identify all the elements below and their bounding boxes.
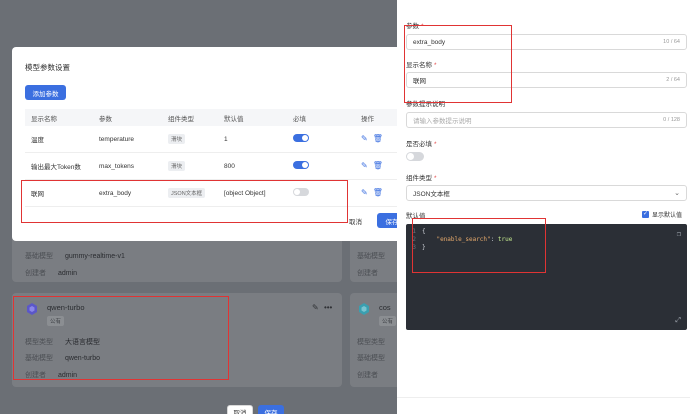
qwen-card-title: qwen-turbo bbox=[47, 303, 85, 312]
card-right-base-model: 基础模型 bbox=[357, 253, 385, 260]
edit-icon[interactable]: ✎ bbox=[361, 162, 368, 170]
params-table: 显示名称 参数 组件类型 默认值 必填 操作 温度 temperature 滑块… bbox=[25, 109, 407, 207]
cosy-creator-row: 创建者 bbox=[357, 372, 378, 379]
cosy-card-badge: 公有 bbox=[379, 316, 397, 326]
row-display-name: 温度 bbox=[31, 137, 44, 144]
drawer-footer bbox=[397, 397, 690, 414]
delete-icon[interactable]: 🗑 bbox=[373, 135, 383, 143]
display-name-value: 联网 bbox=[413, 78, 426, 85]
modal-title: 模型参数设置 bbox=[25, 63, 70, 72]
card-right-creator: 创建者 bbox=[357, 270, 378, 277]
cosy-base-model-row: 基础模型 bbox=[357, 355, 385, 362]
delete-icon[interactable]: 🗑 bbox=[373, 162, 383, 170]
hint-placeholder: 请输入参数提示说明 bbox=[413, 118, 472, 125]
row-param: extra_body bbox=[99, 189, 132, 197]
qwen-creator-row: 创建者 admin bbox=[25, 372, 78, 379]
param-value: extra_body bbox=[413, 38, 446, 46]
qwen-logo-icon bbox=[25, 302, 39, 316]
code-line-open: { bbox=[422, 228, 426, 235]
component-type-select[interactable]: JSON文本框 ⌄ bbox=[406, 185, 687, 201]
cosy-type-row: 模型类型 bbox=[357, 339, 385, 346]
required-toggle[interactable] bbox=[293, 161, 309, 169]
copy-icon[interactable]: ❐ bbox=[677, 230, 681, 238]
row-param: temperature bbox=[99, 135, 135, 143]
show-default-checkbox[interactable]: ✓ 显示默认值 bbox=[642, 210, 682, 219]
param-edit-drawer: 参数 * extra_body 10 / 64 显示名称 * 联网 2 / 64 参… bbox=[397, 0, 690, 414]
line-numbers: 123 bbox=[412, 228, 416, 251]
table-row: 温度 temperature 滑块 1 ✎ 🗑 bbox=[25, 126, 407, 153]
row-default: 1 bbox=[224, 135, 228, 143]
card-creator-row: 创建者 admin bbox=[25, 270, 78, 277]
default-value-label: 默认值 bbox=[406, 213, 426, 220]
more-icon[interactable]: ••• bbox=[324, 303, 332, 312]
component-type-label: 组件类型 * bbox=[406, 175, 437, 182]
code-value: true bbox=[497, 236, 513, 243]
qwen-type-row: 模型类型 大语言模型 bbox=[25, 339, 100, 346]
required-label: 是否必填 * bbox=[406, 141, 437, 148]
card-base-model-row: 基础模型 gummy-realtime-v1 bbox=[25, 253, 125, 260]
required-toggle[interactable] bbox=[293, 134, 309, 142]
table-header: 显示名称 参数 组件类型 默认值 必填 操作 bbox=[25, 109, 407, 126]
json-editor[interactable]: 123 { "enable_search": true } ❐ ⤢ bbox=[406, 224, 687, 330]
qwen-base-model-row: 基础模型 qwen-turbo bbox=[25, 355, 100, 362]
fullscreen-icon[interactable]: ⤢ bbox=[675, 316, 681, 325]
table-row: 输出最大Token数 max_tokens 滑块 800 ✎ 🗑 bbox=[25, 153, 407, 180]
code-key: "enable_search" bbox=[436, 236, 491, 243]
display-name-char-count: 2 / 64 bbox=[666, 77, 680, 83]
row-param: max_tokens bbox=[99, 162, 135, 170]
component-tag: 滑块 bbox=[168, 161, 186, 171]
required-switch[interactable] bbox=[406, 152, 424, 161]
param-char-count: 10 / 64 bbox=[663, 39, 680, 45]
row-display-name: 输出最大Token数 bbox=[31, 164, 81, 171]
display-name-input[interactable]: 联网 2 / 64 bbox=[406, 72, 687, 88]
modal-cancel-button[interactable]: 取消 bbox=[349, 216, 362, 226]
checkbox-checked-icon: ✓ bbox=[642, 211, 649, 218]
cosy-logo-icon bbox=[357, 302, 371, 316]
row-default: [object Object] bbox=[224, 189, 266, 197]
qwen-card-actions: ✎ ••• bbox=[312, 303, 332, 312]
qwen-card-badge: 公有 bbox=[47, 316, 65, 326]
col-default: 默认值 bbox=[224, 115, 244, 123]
row-default: 800 bbox=[224, 162, 235, 170]
code-line-close: } bbox=[422, 244, 426, 251]
component-tag: 滑块 bbox=[168, 134, 186, 144]
hint-char-count: 0 / 128 bbox=[663, 117, 680, 123]
col-param: 参数 bbox=[99, 115, 112, 123]
drawer-cancel-button[interactable]: 取消 bbox=[227, 405, 253, 414]
chevron-down-icon: ⌄ bbox=[674, 190, 680, 197]
hint-input[interactable]: 请输入参数提示说明 0 / 128 bbox=[406, 112, 687, 128]
col-display-name: 显示名称 bbox=[31, 115, 57, 123]
component-tag: JSON文本框 bbox=[168, 188, 206, 198]
edit-icon[interactable]: ✎ bbox=[312, 303, 319, 312]
display-name-label: 显示名称 * bbox=[406, 62, 437, 69]
hint-label: 参数提示说明 bbox=[406, 101, 445, 108]
show-default-label: 显示默认值 bbox=[652, 213, 683, 219]
code-content: { "enable_search": true } bbox=[422, 228, 513, 251]
drawer-save-button[interactable]: 保存 bbox=[258, 405, 284, 414]
table-row: 联网 extra_body JSON文本框 [object Object] ✎ … bbox=[25, 180, 407, 207]
required-toggle[interactable] bbox=[293, 188, 309, 196]
delete-icon[interactable]: 🗑 bbox=[373, 189, 383, 197]
param-label: 参数 * bbox=[406, 23, 424, 30]
param-input[interactable]: extra_body 10 / 64 bbox=[406, 34, 687, 50]
edit-icon[interactable]: ✎ bbox=[361, 135, 368, 143]
col-required: 必填 bbox=[293, 115, 306, 123]
cosy-card-title: cos bbox=[379, 303, 391, 312]
col-component: 组件类型 bbox=[168, 115, 194, 123]
component-type-value: JSON文本框 bbox=[413, 191, 450, 198]
add-param-button[interactable]: 添加参数 bbox=[25, 85, 66, 100]
row-display-name: 联网 bbox=[31, 191, 44, 198]
edit-icon[interactable]: ✎ bbox=[361, 189, 368, 197]
model-params-modal: 模型参数设置 添加参数 显示名称 参数 组件类型 默认值 必填 操作 温度 te… bbox=[12, 47, 420, 241]
